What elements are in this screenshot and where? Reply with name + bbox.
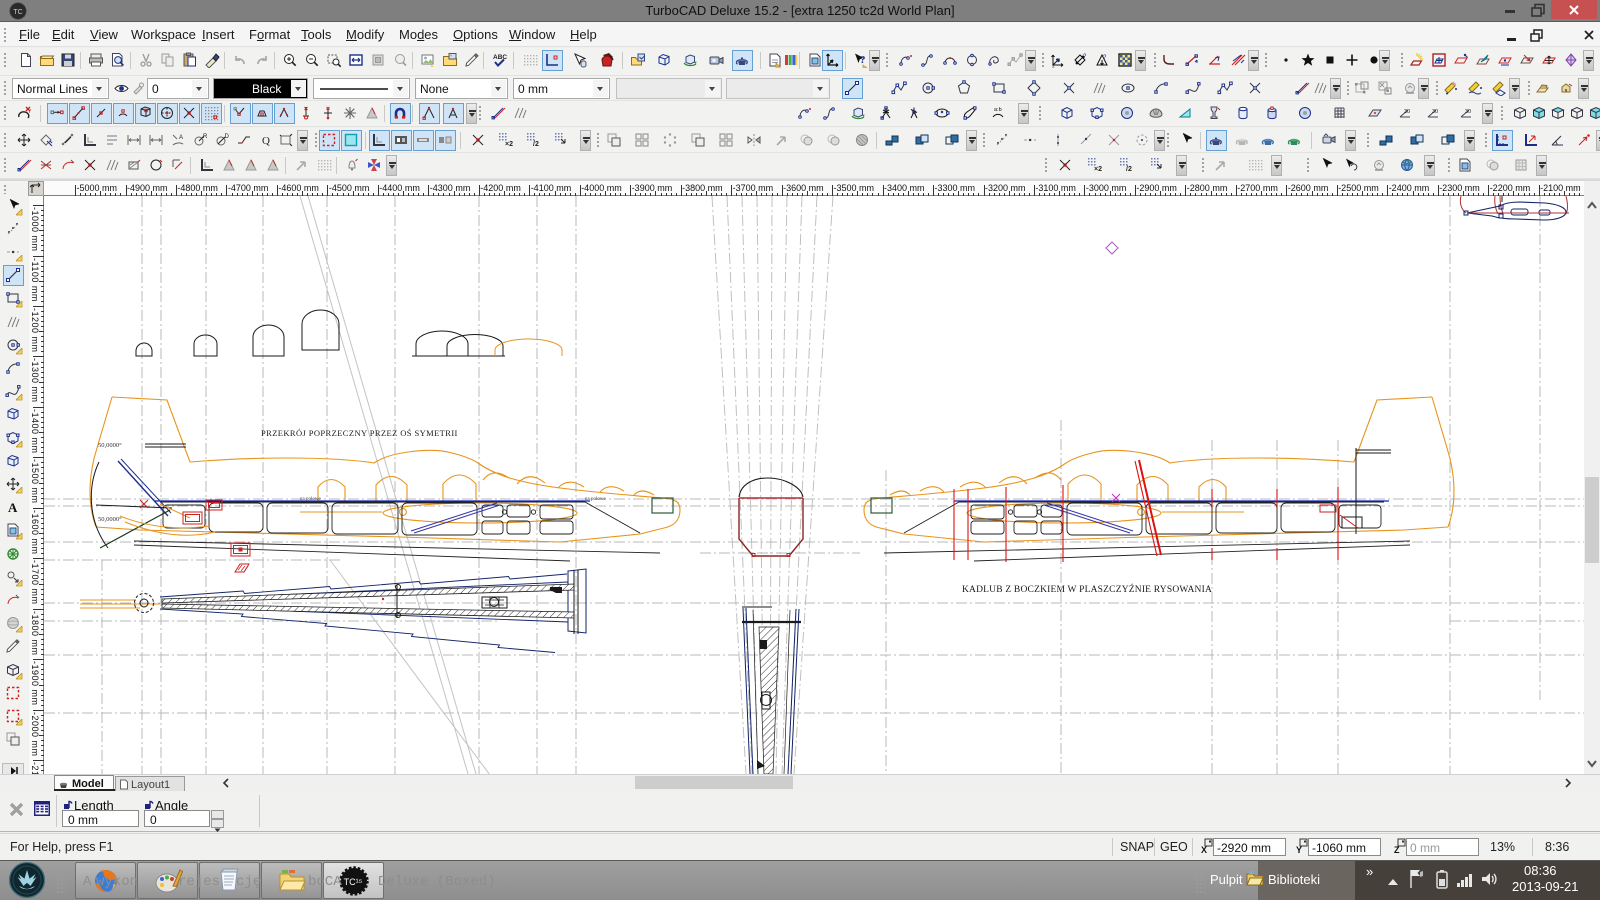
svg-text:/2: /2 xyxy=(1126,166,1132,173)
svg-text:50,0000°: 50,0000° xyxy=(98,442,122,449)
svg-text:?: ? xyxy=(1103,55,1107,61)
svg-text:Z: Z xyxy=(1394,845,1400,855)
svg-text:30: 30 xyxy=(1404,109,1410,115)
svg-text:A: A xyxy=(179,135,183,141)
svg-text:D: D xyxy=(225,134,230,140)
svg-text:30: 30 xyxy=(1432,109,1438,115)
svg-text:KADLUB Z BOCZKIEM W PLASZCZYŹN: KADLUB Z BOCZKIEM W PLASZCZYŹNIE RYSOWAN… xyxy=(962,583,1212,595)
svg-text:×2: ×2 xyxy=(505,141,513,148)
svg-text:X: X xyxy=(1201,845,1207,855)
svg-text:PRZEKRÓJ POPRZECZNY PRZEZ OŚ S: PRZEKRÓJ POPRZECZNY PRZEZ OŚ SYMETRII xyxy=(261,428,458,438)
svg-text:30: 30 xyxy=(1465,109,1471,115)
svg-text:na polowe: na polowe xyxy=(300,497,321,502)
svg-text:TC¹⁵: TC¹⁵ xyxy=(344,877,363,887)
svg-text:R: R xyxy=(203,134,208,140)
svg-text:?: ? xyxy=(860,54,866,66)
svg-text:Y: Y xyxy=(28,109,32,115)
svg-text:na polowe: na polowe xyxy=(585,497,606,502)
svg-text:a:b: a:b xyxy=(994,107,1002,113)
svg-text:ABC: ABC xyxy=(493,54,507,61)
svg-text:×2: ×2 xyxy=(1094,166,1102,173)
svg-text:50,0000°: 50,0000° xyxy=(98,516,122,523)
svg-text:?: ? xyxy=(1083,54,1087,60)
svg-text:Y: Y xyxy=(1296,845,1302,855)
svg-text:Q: Q xyxy=(262,135,270,147)
svg-text:/2: /2 xyxy=(533,141,539,148)
svg-text:A: A xyxy=(8,500,18,515)
